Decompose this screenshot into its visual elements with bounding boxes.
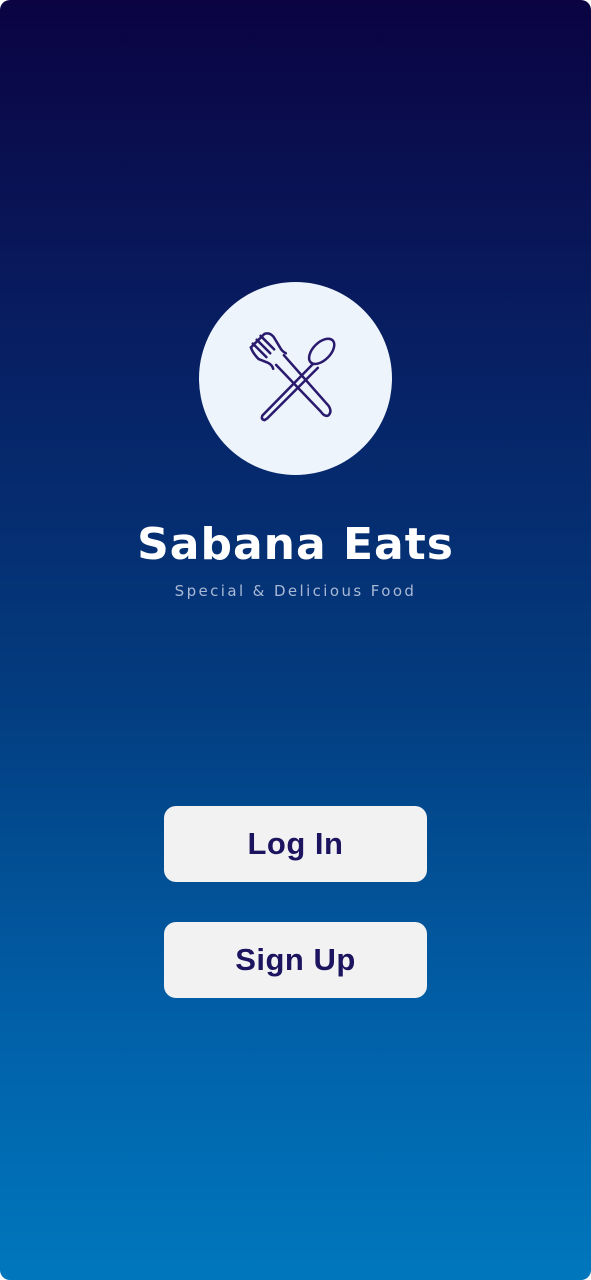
welcome-screen: Sabana Eats Special & Delicious Food Log… <box>0 0 591 1280</box>
login-button[interactable]: Log In <box>164 806 427 882</box>
app-tagline: Special & Delicious Food <box>174 582 417 600</box>
fork-and-spoon-icon <box>249 332 336 422</box>
app-title: Sabana Eats <box>137 519 454 570</box>
signup-button[interactable]: Sign Up <box>164 922 427 998</box>
app-logo <box>199 282 392 475</box>
